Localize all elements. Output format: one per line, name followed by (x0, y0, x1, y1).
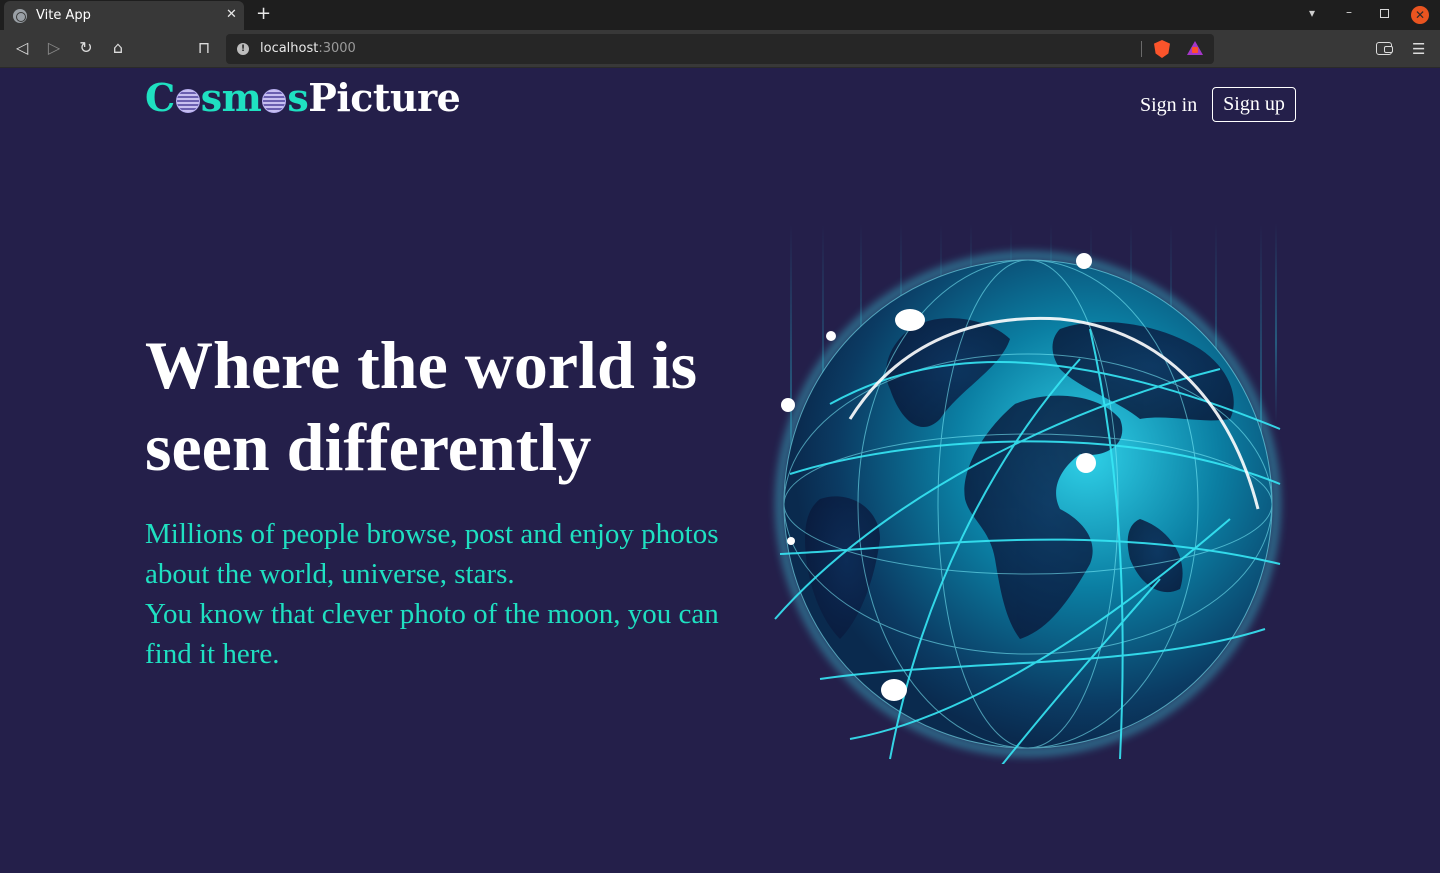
reload-icon[interactable]: ↻ (76, 38, 96, 58)
divider (1141, 41, 1142, 57)
close-window-icon[interactable]: ✕ (1411, 6, 1429, 24)
globe-icon (13, 9, 27, 23)
url-text[interactable]: localhost:3000 (260, 41, 356, 56)
sign-up-button[interactable]: Sign up (1212, 87, 1296, 122)
plus-icon[interactable]: + (256, 4, 271, 24)
hero-subtext-line: Millions of people browse, post and enjo… (145, 518, 719, 590)
address-bar[interactable]: ! localhost:3000 (226, 34, 1214, 64)
page: Csm sPicture Sign in Sign up Where the wo… (0, 69, 1440, 873)
chevron-down-icon[interactable]: ▾ (1309, 6, 1315, 20)
globe-illustration (774, 223, 1281, 764)
planet-icon (175, 89, 200, 113)
minimize-icon[interactable]: – (1346, 5, 1352, 19)
wallet-icon[interactable] (1376, 42, 1393, 55)
hero-subtext-line: You know that clever photo of the moon, … (145, 598, 719, 670)
hero-subtext: Millions of people browse, post and enjo… (145, 514, 755, 674)
browser-tab-bar: Vite App ✕ + ▾ – ✕ (0, 0, 1440, 30)
logo[interactable]: Csm sPicture (145, 76, 461, 120)
brave-rewards-icon[interactable] (1187, 41, 1203, 55)
sign-in-link[interactable]: Sign in (1140, 93, 1197, 117)
browser-tab[interactable]: Vite App ✕ (4, 1, 244, 30)
home-icon[interactable]: ⌂ (108, 38, 128, 58)
close-icon[interactable]: ✕ (226, 7, 237, 23)
tab-title: Vite App (36, 8, 91, 23)
hero-headline: Where the world is seen differently (145, 327, 698, 485)
browser-toolbar: ◁ ▷ ↻ ⌂ ⊓ ! localhost:3000 ☰ (0, 30, 1440, 68)
planet-icon (262, 89, 287, 113)
brave-shield-icon[interactable] (1154, 40, 1170, 58)
forward-icon[interactable]: ▷ (44, 38, 64, 58)
restore-icon[interactable] (1380, 9, 1389, 18)
bookmark-icon[interactable]: ⊓ (194, 38, 214, 58)
back-icon[interactable]: ◁ (12, 38, 32, 58)
info-icon[interactable]: ! (237, 43, 249, 55)
menu-icon[interactable]: ☰ (1412, 41, 1425, 57)
